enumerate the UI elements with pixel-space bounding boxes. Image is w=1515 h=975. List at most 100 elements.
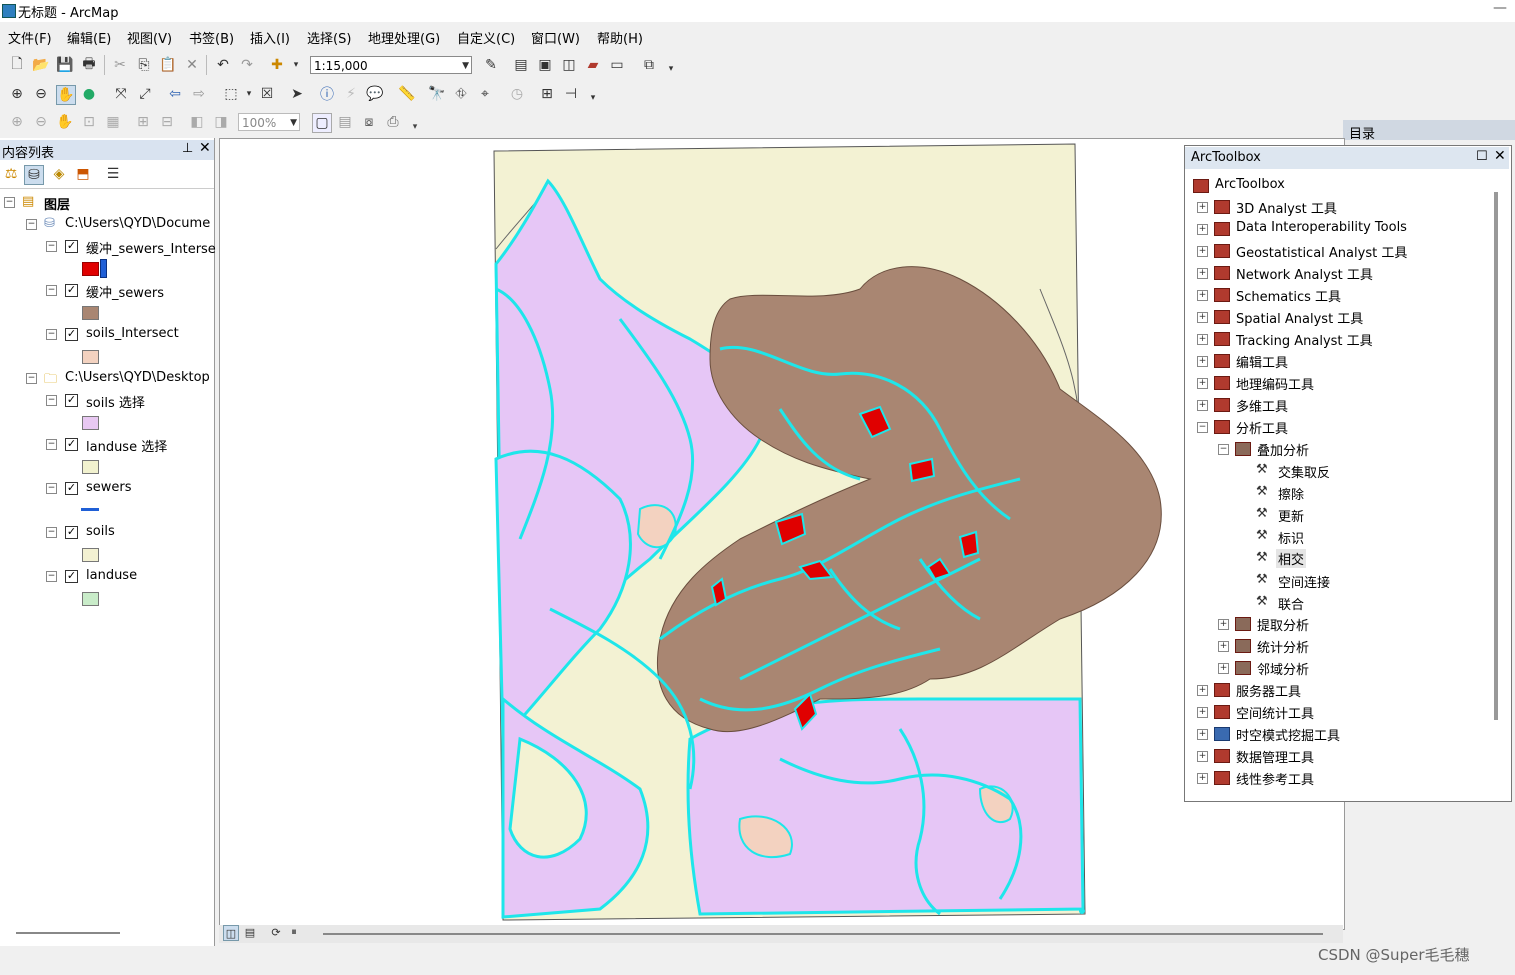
collapse-icon[interactable]: − <box>46 439 57 450</box>
layer-name[interactable]: sewers <box>86 480 132 495</box>
full-extent-icon[interactable]: ● <box>80 85 98 103</box>
menu-view[interactable]: 视图(V) <box>127 28 172 47</box>
layer-visibility-checkbox[interactable]: ✓ <box>65 328 78 341</box>
menu-selection[interactable]: 选择(S) <box>307 28 351 47</box>
model-builder-icon[interactable]: ⧉ <box>640 56 658 74</box>
list-by-visibility-icon[interactable]: ◈ <box>50 165 68 183</box>
toolbox-item[interactable]: 地理编码工具 <box>1236 374 1314 393</box>
layer-name[interactable]: soils_Intersect <box>86 326 179 341</box>
list-by-drawing-order-icon[interactable]: ⚖ <box>2 165 20 183</box>
collapse-icon[interactable]: − <box>46 527 57 538</box>
collapse-icon[interactable]: − <box>46 329 57 340</box>
paste-icon[interactable]: 📋 <box>159 56 177 74</box>
minimize-icon[interactable]: — <box>1493 0 1507 16</box>
menu-geoprocessing[interactable]: 地理处理(G) <box>368 28 440 47</box>
list-by-source-icon[interactable]: ⛁ <box>24 165 44 185</box>
toolbox-item[interactable]: Spatial Analyst 工具 <box>1236 308 1363 327</box>
layer-visibility-checkbox[interactable]: ✓ <box>65 284 78 297</box>
menu-help[interactable]: 帮助(H) <box>597 28 643 47</box>
layout-zoom-out-icon[interactable]: ⊖ <box>32 113 50 131</box>
menu-file[interactable]: 文件(F) <box>8 28 52 47</box>
zoom-100-icon[interactable]: ▦ <box>104 113 122 131</box>
expand-icon[interactable]: + <box>1197 312 1208 323</box>
toolbox-item[interactable]: 数据管理工具 <box>1236 747 1314 766</box>
data-driven-pages-icon[interactable]: ⎙ <box>384 113 402 131</box>
open-folder-icon[interactable]: 📂 <box>32 56 50 74</box>
toolbox-item-analysis[interactable]: 分析工具 <box>1236 418 1288 437</box>
toc-root-layers[interactable]: 图层 <box>44 194 70 213</box>
cut-icon[interactable]: ✂ <box>111 56 129 74</box>
back-icon[interactable]: ⇦ <box>166 85 184 103</box>
layout-zoom-in-icon[interactable]: ⊕ <box>8 113 26 131</box>
layer-name[interactable]: 缓冲_sewers_Interse <box>86 238 216 257</box>
toolset-item[interactable]: 邻域分析 <box>1257 659 1309 678</box>
expand-icon[interactable]: + <box>1197 202 1208 213</box>
html-popup-icon[interactable]: 💬 <box>366 85 384 103</box>
tool-item-selected[interactable]: 相交 <box>1276 549 1307 568</box>
expand-icon[interactable]: + <box>1197 751 1208 762</box>
arctoolbox-icon[interactable]: ▰ <box>584 56 602 74</box>
toc-group-2-path[interactable]: C:\Users\QYD\Desktop <box>65 370 210 385</box>
options-icon[interactable]: ☰ <box>104 165 122 183</box>
layer-name[interactable]: soils 选择 <box>86 392 145 411</box>
menu-insert[interactable]: 插入(I) <box>250 28 290 47</box>
clear-selection-icon[interactable]: ☒ <box>258 85 276 103</box>
toolbar-options-icon[interactable]: ▾ <box>662 60 680 78</box>
map-canvas[interactable] <box>220 139 1344 929</box>
fixed-zoom-out-layout-icon[interactable]: ⊟ <box>158 113 176 131</box>
tool-item[interactable]: 擦除 <box>1278 484 1304 503</box>
expand-icon[interactable]: + <box>1197 773 1208 784</box>
fixed-zoom-in-layout-icon[interactable]: ⊞ <box>134 113 152 131</box>
layer-name[interactable]: 缓冲_sewers <box>86 282 164 301</box>
select-elements-icon[interactable]: ➤ <box>288 85 306 103</box>
toolset-item[interactable]: 统计分析 <box>1257 637 1309 656</box>
layer-visibility-checkbox[interactable]: ✓ <box>65 526 78 539</box>
zoom-whole-page-icon[interactable]: ⊡ <box>80 113 98 131</box>
collapse-icon[interactable]: − <box>1197 422 1208 433</box>
layer-name[interactable]: landuse 选择 <box>86 436 167 455</box>
tool-item[interactable]: 交集取反 <box>1278 462 1330 481</box>
previous-extent-icon[interactable]: ◧ <box>188 113 206 131</box>
toolbox-item[interactable]: 编辑工具 <box>1236 352 1288 371</box>
expand-icon[interactable]: + <box>1218 641 1229 652</box>
layer-name[interactable]: soils <box>86 524 115 539</box>
map-view[interactable] <box>219 138 1345 930</box>
toolbox-scrollbar[interactable] <box>1494 192 1498 720</box>
layout-pan-icon[interactable]: ✋ <box>56 113 74 131</box>
tool-item[interactable]: 更新 <box>1278 506 1304 525</box>
create-viewer-icon[interactable]: ⊞ <box>538 85 556 103</box>
layout-view-icon[interactable]: ▤ <box>243 925 257 939</box>
select-features-icon[interactable]: ⬚ <box>222 85 240 103</box>
layer-visibility-checkbox[interactable]: ✓ <box>65 482 78 495</box>
toolbox-item[interactable]: 多维工具 <box>1236 396 1288 415</box>
toolbox-item[interactable]: Data Interoperability Tools <box>1236 220 1407 235</box>
layer-visibility-checkbox[interactable]: ✓ <box>65 438 78 451</box>
layer-visibility-checkbox[interactable]: ✓ <box>65 240 78 253</box>
expand-icon[interactable]: + <box>1197 334 1208 345</box>
toolbar-options-icon[interactable]: ▾ <box>406 118 424 136</box>
layer-name[interactable]: landuse <box>86 568 137 583</box>
add-data-icon[interactable]: ✚ <box>268 56 286 74</box>
chevron-down-icon[interactable]: ▾ <box>240 85 258 103</box>
expand-icon[interactable]: + <box>1197 400 1208 411</box>
toggle-draft-mode-icon[interactable]: ▢ <box>312 113 332 133</box>
collapse-icon[interactable]: − <box>46 483 57 494</box>
close-icon[interactable]: ✕ <box>199 140 211 156</box>
expand-icon[interactable]: + <box>1197 268 1208 279</box>
delete-icon[interactable]: ✕ <box>183 56 201 74</box>
tool-item[interactable]: 标识 <box>1278 528 1304 547</box>
close-icon[interactable]: ✕ <box>1494 148 1506 164</box>
collapse-icon[interactable]: − <box>46 571 57 582</box>
menu-bookmarks[interactable]: 书签(B) <box>189 28 234 47</box>
collapse-icon[interactable]: − <box>1218 444 1229 455</box>
python-window-icon[interactable]: ▭ <box>608 56 626 74</box>
pause-drawing-icon[interactable]: ⏸ <box>287 925 301 939</box>
table-of-contents-icon[interactable]: ▤ <box>512 56 530 74</box>
undo-icon[interactable]: ↶ <box>214 56 232 74</box>
search-window-icon[interactable]: ◫ <box>560 56 578 74</box>
fixed-zoom-in-icon[interactable]: ⤧ <box>112 85 130 103</box>
expand-icon[interactable]: + <box>1218 619 1229 630</box>
find-icon[interactable]: 🔭 <box>428 85 446 103</box>
tool-item[interactable]: 联合 <box>1278 594 1304 613</box>
menu-customize[interactable]: 自定义(C) <box>457 28 515 47</box>
